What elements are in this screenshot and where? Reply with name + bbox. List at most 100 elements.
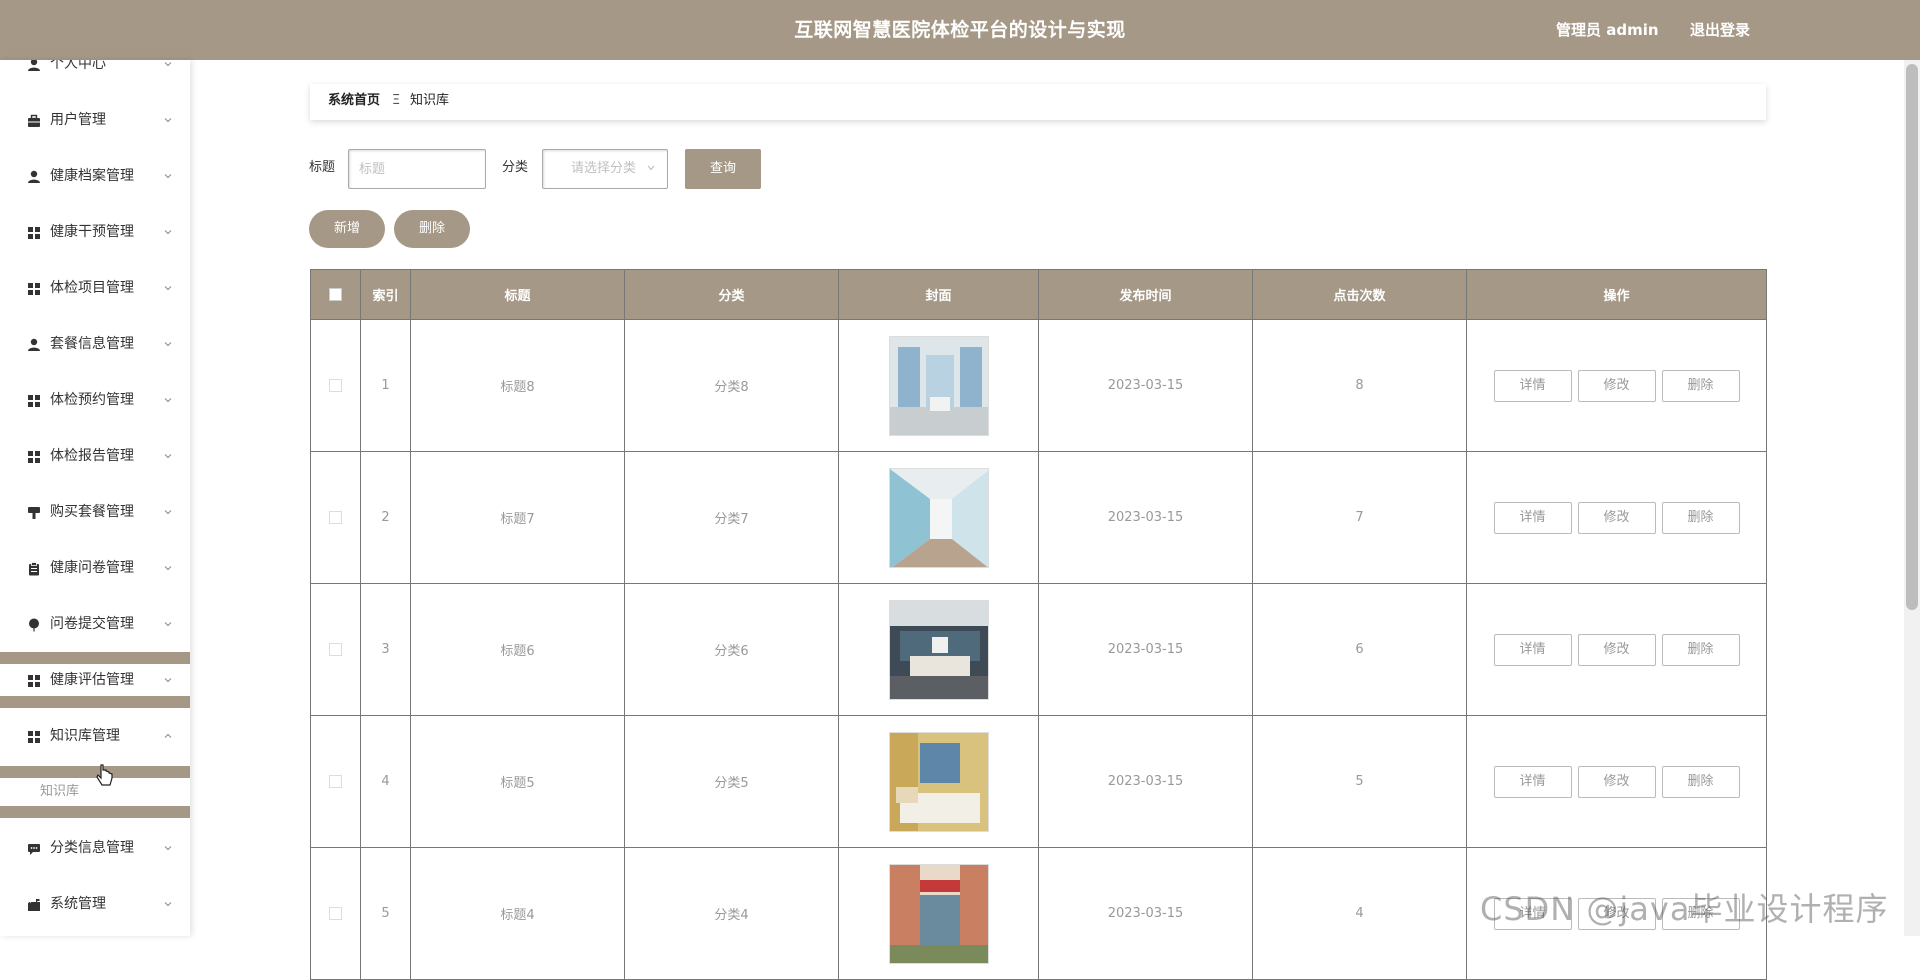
index-cell: 4 xyxy=(360,715,411,848)
row-checkbox[interactable] xyxy=(329,643,342,656)
cover-image xyxy=(888,335,989,436)
chevron-down-icon xyxy=(164,118,172,123)
sidebar-item[interactable]: 系统管理 xyxy=(0,876,190,932)
sidebar-item[interactable]: 体检报告管理 xyxy=(0,428,190,484)
category-select[interactable]: 请选择分类 xyxy=(542,149,668,189)
row-checkbox[interactable] xyxy=(329,379,342,392)
add-button[interactable]: 新增 xyxy=(309,210,385,248)
title-cell: 标题7 xyxy=(410,451,625,584)
publish-date-cell: 2023-03-15 xyxy=(1038,715,1253,848)
chevron-down-icon xyxy=(164,622,172,627)
person-icon xyxy=(28,170,40,183)
publish-date-cell: 2023-03-15 xyxy=(1038,583,1253,716)
detail-button[interactable]: 详情 xyxy=(1493,369,1572,402)
grid-icon xyxy=(28,283,40,295)
sidebar-item[interactable]: 健康档案管理 xyxy=(0,148,190,204)
table-row: 1 标题8 分类8 2023-03-15 8 详情 修改 删除 xyxy=(310,319,1767,452)
cover-cell xyxy=(838,715,1039,848)
edit-button[interactable]: 修改 xyxy=(1577,633,1656,666)
sidebar-item[interactable]: 体检预约管理 xyxy=(0,372,190,428)
sidebar-item[interactable]: 个人中心 xyxy=(0,60,190,92)
sidebar-item-label: 问卷提交管理 xyxy=(50,616,134,632)
click-count-cell: 6 xyxy=(1252,583,1467,716)
select-all-checkbox[interactable] xyxy=(329,288,342,301)
row-checkbox[interactable] xyxy=(329,775,342,788)
category-cell: 分类6 xyxy=(624,583,839,716)
title-filter-label: 标题 xyxy=(309,160,336,175)
sidebar-item-label: 知识库管理 xyxy=(50,728,120,744)
sidebar-subitem-knowledge-base[interactable]: 知识库 xyxy=(0,766,190,818)
row-select-cell xyxy=(310,583,361,716)
balloon-icon xyxy=(29,618,39,632)
sidebar-item-label: 健康干预管理 xyxy=(50,224,134,240)
chevron-down-icon xyxy=(164,454,172,459)
sidebar-item-label: 分类信息管理 xyxy=(50,840,134,856)
page-scrollbar-thumb[interactable] xyxy=(1906,64,1918,610)
delete-button[interactable]: 删除 xyxy=(1661,501,1740,534)
index-cell: 1 xyxy=(360,319,411,452)
detail-button[interactable]: 详情 xyxy=(1493,765,1572,798)
row-select-cell xyxy=(310,319,361,452)
cover-cell xyxy=(838,319,1039,452)
edit-button[interactable]: 修改 xyxy=(1577,765,1656,798)
column-header: 封面 xyxy=(838,269,1039,320)
delete-button[interactable]: 删除 xyxy=(1661,633,1740,666)
operations-cell: 详情 修改 删除 xyxy=(1466,715,1767,848)
sidebar-item[interactable]: 健康问卷管理 xyxy=(0,540,190,596)
table-row: 2 标题7 分类7 2023-03-15 7 详情 修改 删除 xyxy=(310,451,1767,584)
batch-delete-button[interactable]: 删除 xyxy=(394,210,470,248)
category-cell: 分类7 xyxy=(624,451,839,584)
row-checkbox[interactable] xyxy=(329,511,342,524)
grid-icon xyxy=(28,731,40,743)
chevron-down-icon xyxy=(164,678,172,683)
grid-icon xyxy=(28,451,40,463)
title-search-field[interactable] xyxy=(348,149,486,189)
cover-image xyxy=(888,467,989,568)
csdn-watermark: CSDN @java毕业设计程序 xyxy=(1480,890,1889,928)
person-icon xyxy=(28,60,40,71)
sidebar-item[interactable]: 健康干预管理 xyxy=(0,204,190,260)
operations-cell: 详情 修改 删除 xyxy=(1466,319,1767,452)
sidebar-item[interactable]: 知识库管理 xyxy=(0,708,190,764)
delete-button[interactable]: 删除 xyxy=(1661,765,1740,798)
sidebar-item-label: 用户管理 xyxy=(50,112,106,128)
brush-icon xyxy=(28,507,40,519)
category-cell: 分类4 xyxy=(624,847,839,980)
sidebar-item-label: 体检报告管理 xyxy=(50,448,134,464)
sidebar-item[interactable]: 购买套餐管理 xyxy=(0,484,190,540)
detail-button[interactable]: 详情 xyxy=(1493,501,1572,534)
click-count-cell: 8 xyxy=(1252,319,1467,452)
cover-cell xyxy=(838,847,1039,980)
sidebar-item[interactable]: 套餐信息管理 xyxy=(0,316,190,372)
table-header-row: 索引 标题 分类 封面 发布时间 点击次数 操作 xyxy=(310,269,1767,320)
sidebar-item[interactable]: 健康评估管理 xyxy=(0,652,190,708)
click-count-cell: 5 xyxy=(1252,715,1467,848)
edit-button[interactable]: 修改 xyxy=(1577,369,1656,402)
category-select-placeholder: 请选择分类 xyxy=(571,161,637,176)
title-cell: 标题4 xyxy=(410,847,625,980)
top-header: 互联网智慧医院体检平台的设计与实现 管理员 admin 退出登录 xyxy=(0,0,1920,60)
sidebar-item[interactable]: 问卷提交管理 xyxy=(0,596,190,652)
title-cell: 标题6 xyxy=(410,583,625,716)
detail-button[interactable]: 详情 xyxy=(1493,633,1572,666)
sidebar-item[interactable]: 用户管理 xyxy=(0,92,190,148)
delete-button[interactable]: 删除 xyxy=(1661,369,1740,402)
grid-icon xyxy=(28,227,40,239)
index-cell: 2 xyxy=(360,451,411,584)
chevron-down-icon xyxy=(164,230,172,235)
title-cell: 标题5 xyxy=(410,715,625,848)
cover-image xyxy=(888,863,989,964)
grid-icon xyxy=(28,675,40,687)
title-search-input[interactable] xyxy=(359,150,485,188)
breadcrumb-home[interactable]: 系统首页 xyxy=(328,84,380,118)
click-count-cell: 4 xyxy=(1252,847,1467,980)
operations-cell: 详情 修改 删除 xyxy=(1466,583,1767,716)
index-cell: 5 xyxy=(360,847,411,980)
row-checkbox[interactable] xyxy=(329,907,342,920)
logout-link[interactable]: 退出登录 xyxy=(1690,0,1750,60)
sidebar-item[interactable]: 体检项目管理 xyxy=(0,260,190,316)
edit-button[interactable]: 修改 xyxy=(1577,501,1656,534)
sidebar-item[interactable]: 分类信息管理 xyxy=(0,820,190,876)
query-button[interactable]: 查询 xyxy=(685,149,761,189)
chevron-down-icon xyxy=(164,398,172,403)
